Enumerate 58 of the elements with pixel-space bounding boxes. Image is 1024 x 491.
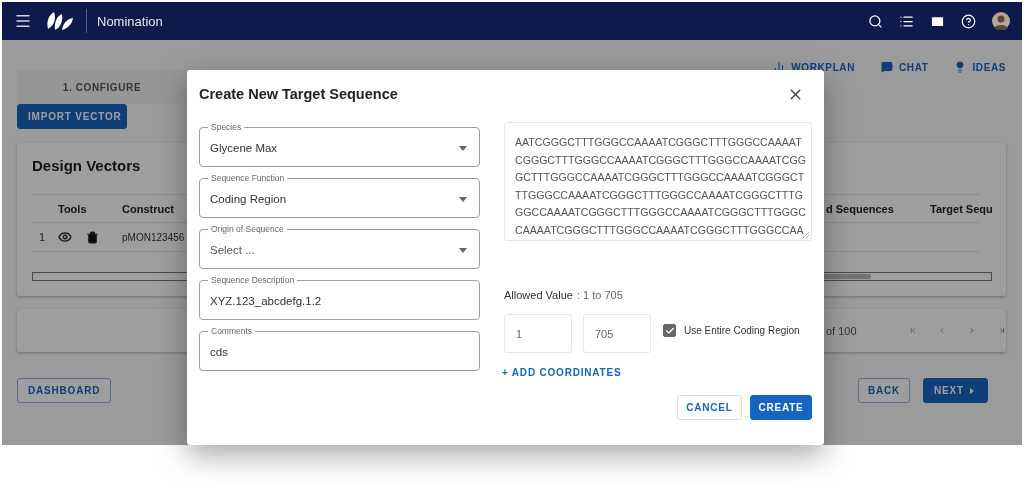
- field-label: Sequence Function: [210, 173, 286, 183]
- text-field[interactable]: Comments cds: [199, 326, 480, 371]
- select-field[interactable]: Origin of Sequence Select ...: [199, 224, 480, 269]
- sequence-textarea[interactable]: AATCGGGCTTTGGGCCAAAATCGGGCTTTGGGCCAAAAT CGGGCTTTGGGCCAAAATCGGGCTTTGGGCCAAAATCGG GCTTTGGGCCAAAATCGGGCTTTGGGCCAAAATCGGGCT TTGGGCCAAAATCGGGCTTTGGGCCAAAATCGGGCTTTG GGCCAAAATCGGGCTTTGGGCCAAAATCGGGCTTTGGGC CAAAATCGGGCTTTGGGCCAAAATCGGGCTTTGGGCCAA: [504, 122, 812, 241]
- next-button[interactable]: NEXT: [923, 378, 988, 403]
- field-label: Sequence Description: [210, 275, 296, 285]
- field-label: Origin of Sequence: [210, 224, 285, 234]
- list-icon[interactable]: [899, 13, 914, 29]
- field-value: XYZ.123_abcdefg.1.2: [210, 295, 322, 307]
- field-value: Glycene Max: [210, 142, 278, 154]
- menu-icon[interactable]: [14, 12, 32, 30]
- field-label: Species: [210, 122, 243, 132]
- trash-icon[interactable]: [86, 230, 99, 244]
- caret-icon: [459, 196, 467, 202]
- help-icon[interactable]: [961, 13, 976, 29]
- allowed-value-range: : 1 to 705: [576, 289, 623, 301]
- dialog-title: Create New Target Sequence: [199, 86, 398, 102]
- column-header: Tools: [58, 202, 87, 215]
- search-icon[interactable]: [868, 13, 883, 29]
- cancel-button[interactable]: CANCEL: [677, 395, 742, 420]
- end-input[interactable]: 705: [583, 314, 651, 353]
- row-number: 1: [38, 231, 47, 243]
- avatar-icon[interactable]: [992, 12, 1010, 30]
- column-header: Construct: [122, 202, 174, 215]
- field-value: cds: [210, 346, 228, 358]
- field-placeholder: Select ...: [210, 244, 255, 256]
- checkbox-label: Use Entire Coding Region: [684, 325, 800, 336]
- table-cell: pMON123456: [122, 231, 185, 243]
- leaf-logo-icon: [46, 11, 74, 31]
- caret-icon: [459, 247, 467, 253]
- resize-handle-icon[interactable]: [803, 232, 809, 238]
- dashboard-button[interactable]: DASHBOARD: [17, 378, 112, 403]
- page-range: of 100: [826, 324, 857, 337]
- field-value: Coding Region: [210, 193, 287, 205]
- start-input[interactable]: 1: [504, 314, 572, 353]
- column-header: d Sequences: [826, 202, 894, 215]
- field-label: Comments: [210, 326, 254, 336]
- text-field[interactable]: Sequence Description XYZ.123_abcdefg.1.2: [199, 275, 480, 320]
- checkbox[interactable]: [663, 324, 676, 337]
- select-field[interactable]: Species Glycene Max: [199, 122, 480, 167]
- step-tab[interactable]: 1. CONFIGURE: [17, 70, 187, 104]
- caret-icon: [459, 145, 467, 151]
- caret-icon: [969, 387, 974, 394]
- top-link[interactable]: IDEAS: [954, 61, 1006, 73]
- column-header: Target Sequ: [930, 202, 993, 215]
- back-button[interactable]: BACK: [858, 378, 910, 403]
- create-button[interactable]: CREATE: [750, 395, 812, 420]
- card-title: Design Vectors: [32, 157, 141, 176]
- view-icon[interactable]: [58, 230, 72, 244]
- chat-icon: [881, 61, 893, 73]
- import-vector-button[interactable]: IMPORT VECTOR: [17, 104, 127, 129]
- bar-chart-icon: [773, 61, 786, 73]
- lightbulb-icon: [954, 61, 967, 73]
- select-field[interactable]: Sequence Function Coding Region: [199, 173, 480, 218]
- app-title: Nomination: [97, 13, 163, 29]
- add-coordinates-link[interactable]: + ADD COORDINATES: [502, 367, 812, 378]
- top-link[interactable]: CHAT: [881, 61, 929, 73]
- allowed-value-label: Allowed Value: [504, 289, 573, 301]
